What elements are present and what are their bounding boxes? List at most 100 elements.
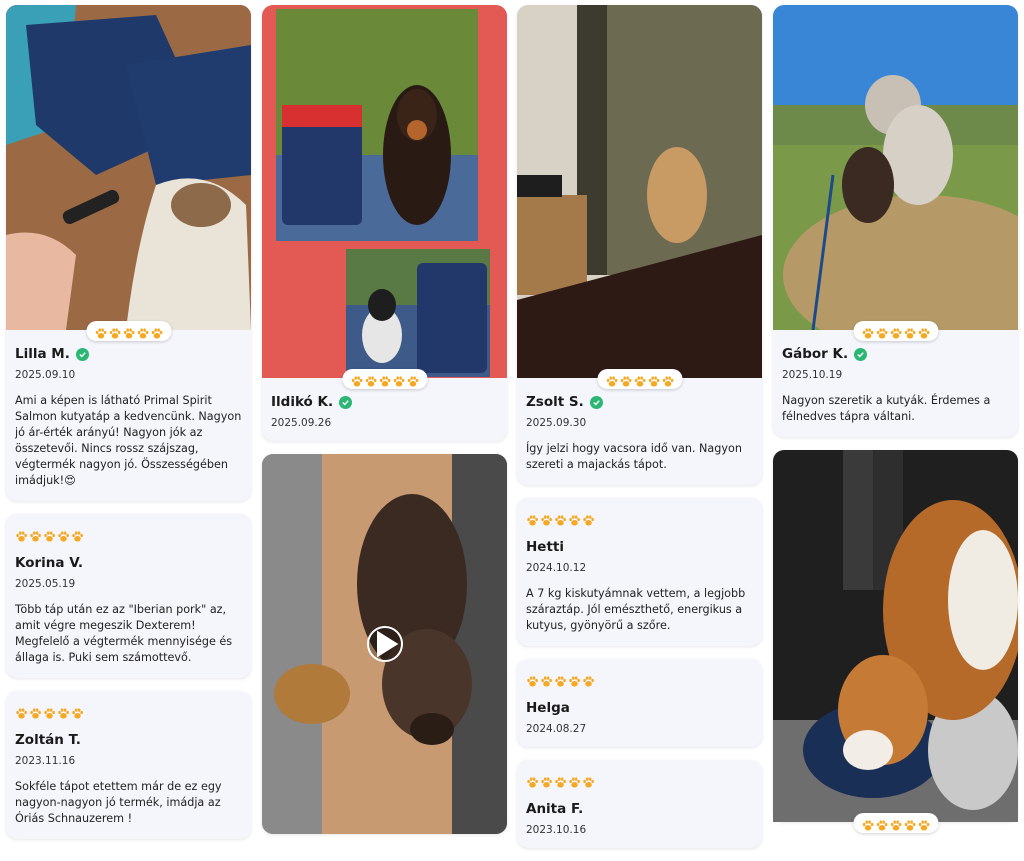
reviewer-name: Korina V. (15, 555, 84, 571)
review-date: 2023.10.16 (526, 824, 587, 836)
paw-icon (568, 774, 581, 788)
review-date: 2024.08.27 (526, 723, 587, 735)
review-date: 2025.09.10 (15, 369, 76, 381)
review-card[interactable]: Lilla M. 2025.09.10 Ami a képen is látha… (6, 5, 251, 501)
paw-icon (875, 325, 888, 339)
review-date: 2025.10.19 (782, 369, 843, 381)
rating-paws (15, 528, 242, 542)
paw-icon (71, 528, 84, 542)
rating-paws (350, 373, 419, 387)
review-date: 2023.11.16 (15, 755, 76, 767)
review-card[interactable]: Gábor K. 2025.10.19 Nagyon szeretik a ku… (773, 5, 1018, 437)
paw-icon (526, 774, 539, 788)
rating-badge (86, 321, 171, 341)
paw-icon (875, 817, 888, 831)
paw-icon (540, 774, 553, 788)
review-card[interactable]: Zoltán T. 2023.11.16 Sokféle tápot etett… (6, 691, 251, 839)
paw-icon (29, 528, 42, 542)
paw-icon (917, 325, 930, 339)
paw-icon (526, 512, 539, 526)
paw-icon (29, 705, 42, 719)
rating-paws (861, 817, 930, 831)
review-text: Sokféle tápot etettem már de ez egy nagy… (15, 780, 222, 825)
paw-icon (350, 373, 363, 387)
paw-icon (122, 325, 135, 339)
review-card[interactable]: Helga 2024.08.27 (517, 659, 762, 747)
rating-paws (861, 325, 930, 339)
rating-paws (94, 325, 163, 339)
paw-icon (582, 774, 595, 788)
review-text: Így jelzi hogy vacsora idő van. Nagyon s… (526, 442, 742, 471)
review-card[interactable] (773, 450, 1018, 833)
reviewer-name: Zoltán T. (15, 732, 81, 748)
review-card[interactable]: Anita F. 2023.10.16 (517, 760, 762, 848)
paw-icon (554, 512, 567, 526)
paw-icon (392, 373, 405, 387)
paw-icon (889, 817, 902, 831)
paw-icon (633, 373, 646, 387)
paw-icon (554, 673, 567, 687)
rating-badge (853, 813, 938, 833)
rating-paws (15, 705, 242, 719)
check-circle-icon (75, 347, 89, 361)
rating-paws (605, 373, 674, 387)
reviewer-name: Ildikó K. (271, 394, 334, 410)
paw-icon (540, 673, 553, 687)
reviews-grid: Lilla M. 2025.09.10 Ami a képen is látha… (0, 0, 1024, 848)
reviewer-name: Zsolt S. (526, 394, 584, 410)
rating-badge (853, 321, 938, 341)
review-photo[interactable] (773, 450, 1018, 822)
reviewer-name: Lilla M. (15, 346, 70, 362)
paw-icon (861, 817, 874, 831)
paw-icon (605, 373, 618, 387)
review-column: Ildikó K. 2025.09.26 (262, 5, 507, 847)
paw-icon (526, 673, 539, 687)
review-date: 2025.05.19 (15, 578, 76, 590)
paw-icon (917, 817, 930, 831)
review-card[interactable]: Zsolt S. 2025.09.30 Így jelzi hogy vacso… (517, 5, 762, 485)
paw-icon (136, 325, 149, 339)
rating-paws (526, 673, 753, 687)
review-card[interactable]: Hetti 2024.10.12 A 7 kg kiskutyámnak vet… (517, 498, 762, 646)
review-text: Nagyon szeretik a kutyák. Érdemes a féln… (782, 394, 991, 423)
reviewer-name: Anita F. (526, 801, 584, 817)
play-icon[interactable] (366, 626, 403, 662)
review-photo[interactable] (517, 5, 762, 378)
paw-icon (661, 373, 674, 387)
rating-badge (597, 369, 682, 389)
review-text: A 7 kg kiskutyámnak vettem, a legjobb sz… (526, 587, 746, 632)
review-card[interactable] (262, 454, 507, 834)
paw-icon (647, 373, 660, 387)
review-column: Lilla M. 2025.09.10 Ami a képen is látha… (6, 5, 251, 852)
review-video[interactable] (262, 454, 507, 834)
rating-paws (526, 774, 753, 788)
review-date: 2025.09.30 (526, 417, 587, 429)
paw-icon (406, 373, 419, 387)
paw-icon (889, 325, 902, 339)
review-photo[interactable] (6, 5, 251, 330)
review-photo[interactable] (262, 5, 507, 378)
paw-icon (43, 705, 56, 719)
paw-icon (15, 528, 28, 542)
reviewer-name: Hetti (526, 539, 564, 555)
rating-badge (342, 369, 427, 389)
paw-icon (554, 774, 567, 788)
paw-icon (57, 528, 70, 542)
reviewer-name: Gábor K. (782, 346, 849, 362)
paw-icon (71, 705, 84, 719)
review-date: 2024.10.12 (526, 562, 587, 574)
check-circle-icon (589, 395, 603, 409)
review-photo[interactable] (773, 5, 1018, 330)
paw-icon (15, 705, 28, 719)
paw-icon (568, 512, 581, 526)
paw-icon (57, 705, 70, 719)
paw-icon (568, 673, 581, 687)
paw-icon (43, 528, 56, 542)
paw-icon (378, 373, 391, 387)
review-card[interactable]: Korina V. 2025.05.19 Több táp után ez az… (6, 514, 251, 678)
review-text: Ami a képen is látható Primal Spirit Sal… (15, 394, 242, 487)
review-column: Zsolt S. 2025.09.30 Így jelzi hogy vacso… (517, 5, 762, 861)
review-card[interactable]: Ildikó K. 2025.09.26 (262, 5, 507, 441)
paw-icon (582, 673, 595, 687)
review-date: 2025.09.26 (271, 417, 332, 429)
